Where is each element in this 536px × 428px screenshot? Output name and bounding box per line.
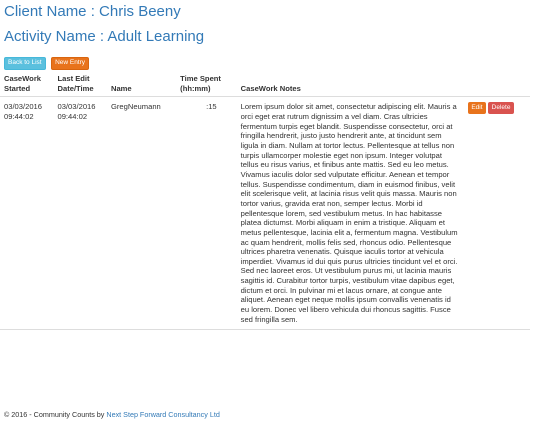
back-to-list-button[interactable]: Back to List: [4, 56, 46, 70]
header-time-spent: Time Spent (hh:mm): [176, 72, 237, 98]
header-casework-started: CaseWork Started: [0, 72, 54, 98]
footer-text: © 2016 - Community Counts by: [4, 410, 107, 419]
client-name-heading: Client Name : Chris Beeny: [4, 3, 181, 20]
header-name: Name: [106, 72, 177, 98]
footer-company-link[interactable]: Next Step Forward Consultancy Ltd: [106, 410, 219, 419]
activity-name-heading: Activity Name : Adult Learning: [4, 28, 205, 45]
cell-time-spent: :15: [176, 96, 237, 331]
cell-notes: Lorem ipsum dolor sit amet, consectetur …: [236, 96, 464, 331]
edit-button[interactable]: Edit: [467, 102, 487, 115]
table-header-row: CaseWork Started Last Edit Date/Time Nam…: [0, 72, 530, 98]
started-time: 09:44:02: [4, 111, 34, 121]
edit-time: 09:44:02: [57, 111, 88, 121]
footer: © 2016 - Community Counts by Next Step F…: [4, 410, 220, 419]
edit-date: 03/03/2016: [57, 102, 96, 112]
header-last-edit: Last Edit Date/Time: [53, 72, 107, 98]
cell-name: GregNeumann: [106, 96, 177, 331]
header-actions: [463, 72, 530, 98]
toolbar: Back to List New Entry: [4, 51, 90, 70]
casework-table: CaseWork Started Last Edit Date/Time Nam…: [0, 72, 530, 331]
cell-last-edit: 03/03/2016 09:44:02: [53, 96, 107, 331]
started-date: 03/03/2016: [4, 102, 43, 112]
table-row: 03/03/2016 09:44:02 03/03/2016 09:44:02 …: [0, 96, 530, 331]
delete-button[interactable]: Delete: [488, 102, 514, 115]
cell-started: 03/03/2016 09:44:02: [0, 96, 54, 331]
new-entry-button[interactable]: New Entry: [51, 56, 90, 70]
header-casework-notes: CaseWork Notes: [236, 72, 464, 98]
cell-actions: Edit Delete: [463, 96, 530, 331]
